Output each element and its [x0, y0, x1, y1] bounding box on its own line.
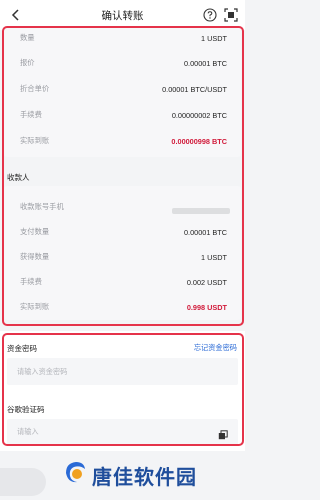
summary-key: 手续费	[20, 110, 42, 119]
summary-received-value: 0.00000998 BTC	[171, 136, 227, 146]
payee-row: 手续费 0.002 USDT	[4, 276, 241, 288]
fund-password-label: 资金密码	[7, 344, 37, 353]
summary-row: 手续费 0.00000002 BTC	[4, 109, 241, 121]
summary-row-received: 实际到账 0.00000998 BTC	[4, 135, 241, 147]
google-code-placeholder: 请输入	[17, 427, 39, 436]
back-arrow-icon[interactable]	[8, 7, 24, 23]
payee-value: 1 USDT	[201, 252, 227, 262]
verification-area: 资金密码 忘记资金密码 请输入资金密码 谷歌验证码 请输入	[0, 331, 245, 451]
summary-row: 报价 0.00001 BTC	[4, 57, 241, 69]
page-title: 确认转账	[101, 9, 144, 22]
payee-key: 收款账号手机	[20, 202, 64, 211]
summary-key: 实际到账	[20, 136, 50, 145]
summary-row: 数量 1 USDT	[4, 32, 241, 44]
payee-value: 0.002 USDT	[186, 277, 227, 287]
payee-received-value: 0.998 USDT	[186, 302, 227, 312]
scan-icon[interactable]	[224, 8, 238, 22]
watermark-text: 唐佳软件园	[92, 467, 197, 489]
forgot-fund-password-link[interactable]: 忘记资金密码	[194, 343, 237, 353]
summary-row: 折合单价 0.00001 BTC/USDT	[4, 83, 241, 95]
payee-key: 实际到账	[20, 302, 50, 311]
fund-password-placeholder: 请输入资金密码	[17, 366, 68, 376]
summary-key: 折合单价	[20, 84, 50, 93]
watermark-logo-icon	[62, 459, 88, 485]
help-icon[interactable]	[203, 8, 217, 22]
google-code-input[interactable]: 请输入	[7, 419, 238, 445]
payee-row-received: 实际到账 0.998 USDT	[4, 301, 241, 313]
payee-row: 支付数量 0.00001 BTC	[4, 226, 241, 238]
paste-icon[interactable]	[218, 427, 228, 440]
summary-key: 数量	[20, 33, 35, 42]
payee-value: 0.00001 BTC	[184, 227, 227, 237]
payee-row: 获得数量 1 USDT	[4, 251, 241, 263]
summary-value: 0.00001 BTC/USDT	[162, 84, 227, 94]
payee-key: 支付数量	[20, 227, 50, 236]
bottom-button[interactable]	[0, 468, 46, 496]
payee-card: 收款账号手机 支付数量 0.00001 BTC 获得数量 1 USDT 手续费 …	[4, 186, 241, 320]
payee-key: 获得数量	[20, 252, 50, 261]
redacted-phone	[172, 208, 230, 214]
summary-key: 报价	[20, 58, 35, 67]
fund-password-input[interactable]: 请输入资金密码	[7, 358, 238, 385]
summary-value: 0.00001 BTC	[184, 58, 227, 68]
top-bar: 确认转账	[0, 0, 245, 30]
summary-value: 0.00000002 BTC	[171, 110, 227, 120]
summary-card: 数量 1 USDT 报价 0.00001 BTC 折合单价 0.00001 BT…	[4, 27, 241, 157]
google-code-label: 谷歌验证码	[7, 405, 45, 414]
summary-value: 1 USDT	[201, 33, 227, 43]
payee-key: 手续费	[20, 277, 42, 286]
payee-section-title: 收款人	[7, 173, 30, 182]
